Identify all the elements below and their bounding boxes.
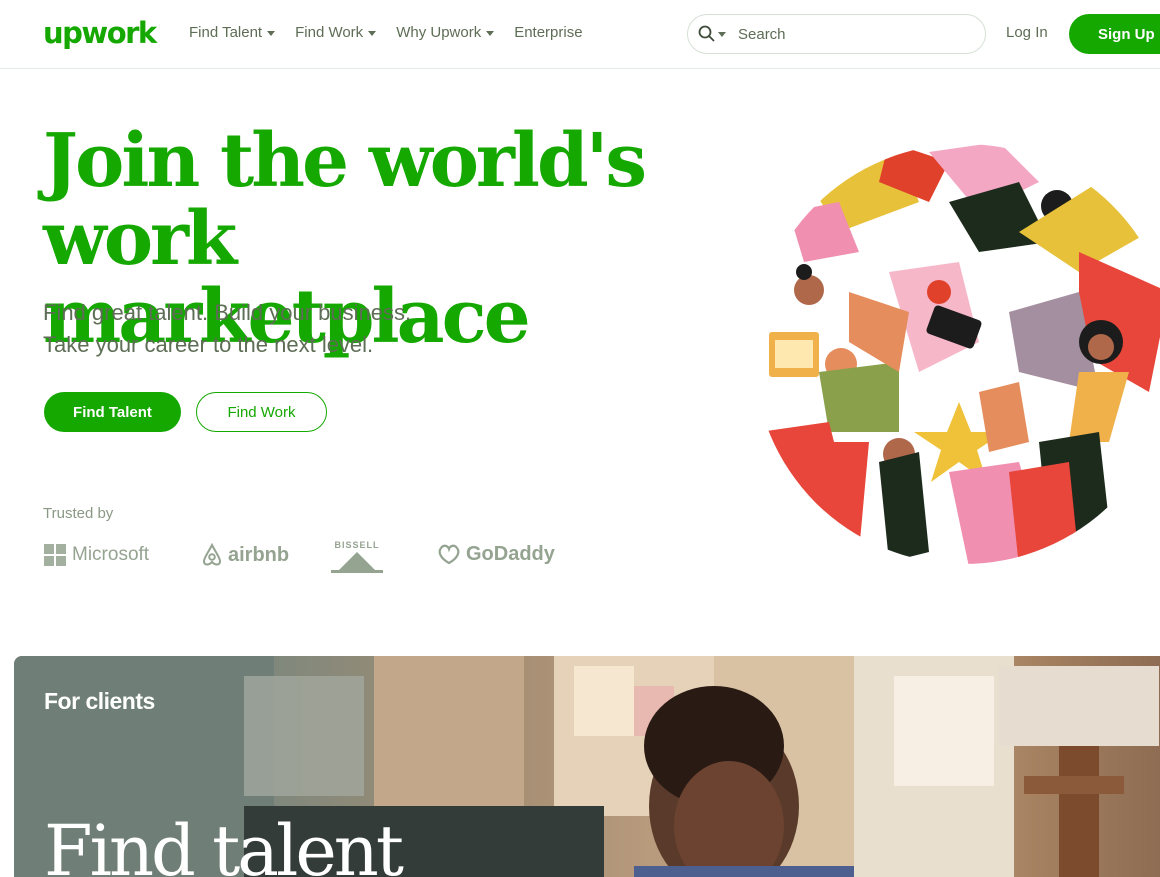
- microsoft-grid-icon: [44, 544, 66, 566]
- nav-enterprise[interactable]: Enterprise: [514, 22, 582, 44]
- chevron-down-icon: [267, 31, 276, 36]
- chevron-down-icon: [486, 31, 495, 36]
- login-link[interactable]: Log In: [1006, 22, 1048, 44]
- top-header: upwork Find Talent Find Work Why Upwork …: [0, 0, 1160, 69]
- for-clients-card[interactable]: For clients Find talent: [14, 656, 1160, 877]
- trusted-by-label: Trusted by: [43, 505, 114, 522]
- search-input[interactable]: [738, 25, 958, 43]
- nav-why-upwork-label: Why Upwork: [396, 24, 482, 41]
- godaddy-logo: GoDaddy: [436, 542, 555, 566]
- nav-find-talent-label: Find Talent: [189, 24, 263, 41]
- hero-illustration: [754, 144, 1160, 564]
- microsoft-logo: Microsoft: [44, 544, 149, 566]
- nav-why-upwork[interactable]: Why Upwork: [396, 22, 495, 44]
- search-box[interactable]: [687, 14, 986, 54]
- find-talent-button[interactable]: Find Talent: [44, 392, 181, 432]
- find-work-button[interactable]: Find Work: [196, 392, 327, 432]
- upwork-logo[interactable]: upwork: [43, 16, 157, 50]
- bissell-triangle-icon: [331, 552, 383, 573]
- for-clients-label: For clients: [44, 688, 155, 714]
- airbnb-belo-icon: [202, 542, 222, 566]
- main-nav: Find Talent Find Work Why Upwork Enterpr…: [189, 22, 603, 44]
- hero-subtitle-line2: Take your career to the next level.: [43, 332, 374, 357]
- search-icon[interactable]: [697, 24, 717, 44]
- nav-find-work[interactable]: Find Work: [295, 22, 377, 44]
- nav-find-talent[interactable]: Find Talent: [189, 22, 276, 44]
- chevron-down-icon: [368, 31, 377, 36]
- microsoft-logo-text: Microsoft: [72, 544, 150, 565]
- hero-subtitle-line1: Find great talent. Build your business.: [43, 300, 412, 325]
- search-type-dropdown-icon[interactable]: [718, 31, 726, 37]
- hero-subtitle: Find great talent. Build your business. …: [43, 297, 563, 361]
- find-talent-heading: Find talent: [44, 810, 404, 877]
- nav-enterprise-label: Enterprise: [514, 24, 583, 41]
- signup-button[interactable]: Sign Up: [1069, 14, 1160, 54]
- godaddy-logo-text: GoDaddy: [466, 542, 555, 565]
- godaddy-heart-icon: [438, 544, 460, 565]
- airbnb-logo-text: airbnb: [228, 543, 290, 566]
- bissell-logo: BISSELL: [331, 540, 383, 574]
- hero-title-line1: Join the world's: [43, 118, 647, 204]
- bissell-logo-text: BISSELL: [334, 540, 380, 550]
- airbnb-logo: airbnb: [200, 542, 289, 568]
- nav-find-work-label: Find Work: [295, 24, 364, 41]
